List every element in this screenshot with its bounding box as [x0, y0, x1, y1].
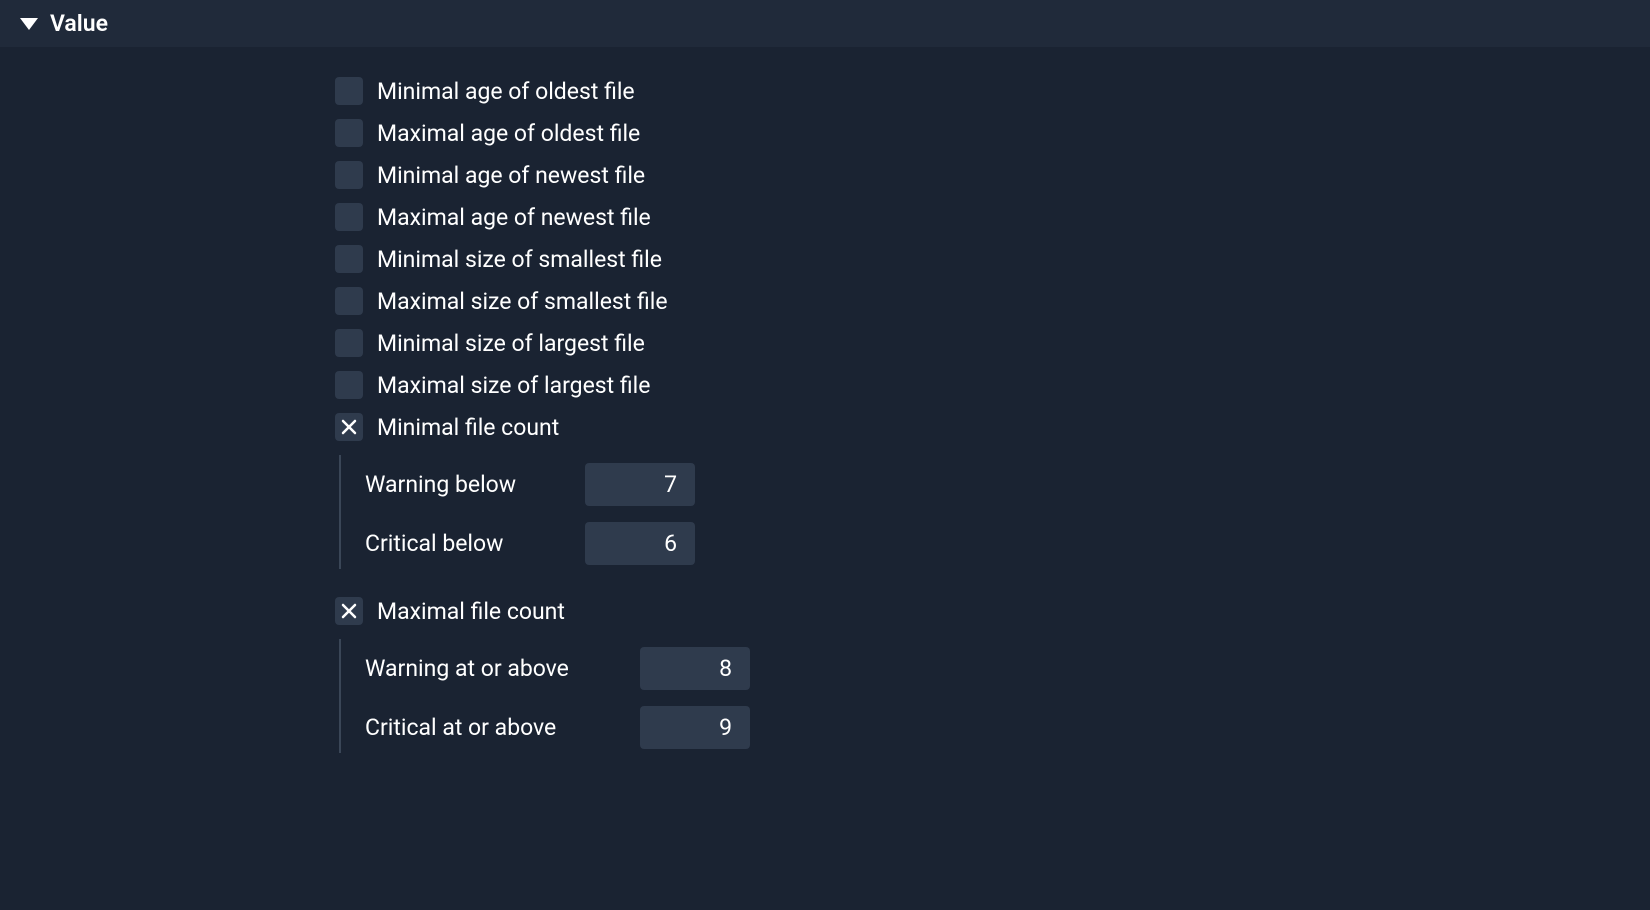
- section-title: Value: [50, 10, 108, 37]
- option-max-file-count: Maximal file count: [335, 597, 1650, 625]
- option-max-size-smallest: Maximal size of smallest file: [335, 287, 1650, 315]
- input-warning-at-or-above[interactable]: [640, 647, 750, 690]
- checkbox-max-age-oldest[interactable]: [335, 119, 363, 147]
- checkbox-max-size-largest[interactable]: [335, 371, 363, 399]
- label-warning-below: Warning below: [365, 471, 585, 498]
- collapse-icon: [20, 18, 38, 30]
- label-max-size-smallest: Maximal size of smallest file: [377, 288, 668, 315]
- checkbox-min-size-largest[interactable]: [335, 329, 363, 357]
- option-min-size-largest: Minimal size of largest file: [335, 329, 1650, 357]
- label-min-file-count: Minimal file count: [377, 414, 559, 441]
- row-warning-below: Warning below: [365, 463, 1650, 506]
- checkbox-min-age-newest[interactable]: [335, 161, 363, 189]
- input-critical-at-or-above[interactable]: [640, 706, 750, 749]
- option-min-age-oldest: Minimal age of oldest file: [335, 77, 1650, 105]
- checkbox-min-size-smallest[interactable]: [335, 245, 363, 273]
- label-min-age-oldest: Minimal age of oldest file: [377, 78, 635, 105]
- label-warning-at-or-above: Warning at or above: [365, 655, 640, 682]
- label-critical-at-or-above: Critical at or above: [365, 714, 640, 741]
- options-container: Minimal age of oldest file Maximal age o…: [0, 47, 1650, 753]
- label-max-age-newest: Maximal age of newest file: [377, 204, 651, 231]
- section-header[interactable]: Value: [0, 0, 1650, 47]
- option-max-size-largest: Maximal size of largest file: [335, 371, 1650, 399]
- sub-options-max-file-count: Warning at or above Critical at or above: [339, 639, 1650, 753]
- checkbox-max-file-count[interactable]: [335, 597, 363, 625]
- sub-options-min-file-count: Warning below Critical below: [339, 455, 1650, 569]
- row-warning-at-or-above: Warning at or above: [365, 647, 1650, 690]
- label-min-age-newest: Minimal age of newest file: [377, 162, 645, 189]
- checkbox-max-age-newest[interactable]: [335, 203, 363, 231]
- option-min-file-count: Minimal file count: [335, 413, 1650, 441]
- row-critical-below: Critical below: [365, 522, 1650, 565]
- option-min-age-newest: Minimal age of newest file: [335, 161, 1650, 189]
- option-max-age-oldest: Maximal age of oldest file: [335, 119, 1650, 147]
- input-critical-below[interactable]: [585, 522, 695, 565]
- input-warning-below[interactable]: [585, 463, 695, 506]
- row-critical-at-or-above: Critical at or above: [365, 706, 1650, 749]
- label-min-size-smallest: Minimal size of smallest file: [377, 246, 662, 273]
- option-min-size-smallest: Minimal size of smallest file: [335, 245, 1650, 273]
- label-min-size-largest: Minimal size of largest file: [377, 330, 645, 357]
- checkbox-max-size-smallest[interactable]: [335, 287, 363, 315]
- option-max-age-newest: Maximal age of newest file: [335, 203, 1650, 231]
- label-max-file-count: Maximal file count: [377, 598, 565, 625]
- label-max-age-oldest: Maximal age of oldest file: [377, 120, 640, 147]
- checkbox-min-file-count[interactable]: [335, 413, 363, 441]
- checkbox-min-age-oldest[interactable]: [335, 77, 363, 105]
- label-critical-below: Critical below: [365, 530, 585, 557]
- label-max-size-largest: Maximal size of largest file: [377, 372, 650, 399]
